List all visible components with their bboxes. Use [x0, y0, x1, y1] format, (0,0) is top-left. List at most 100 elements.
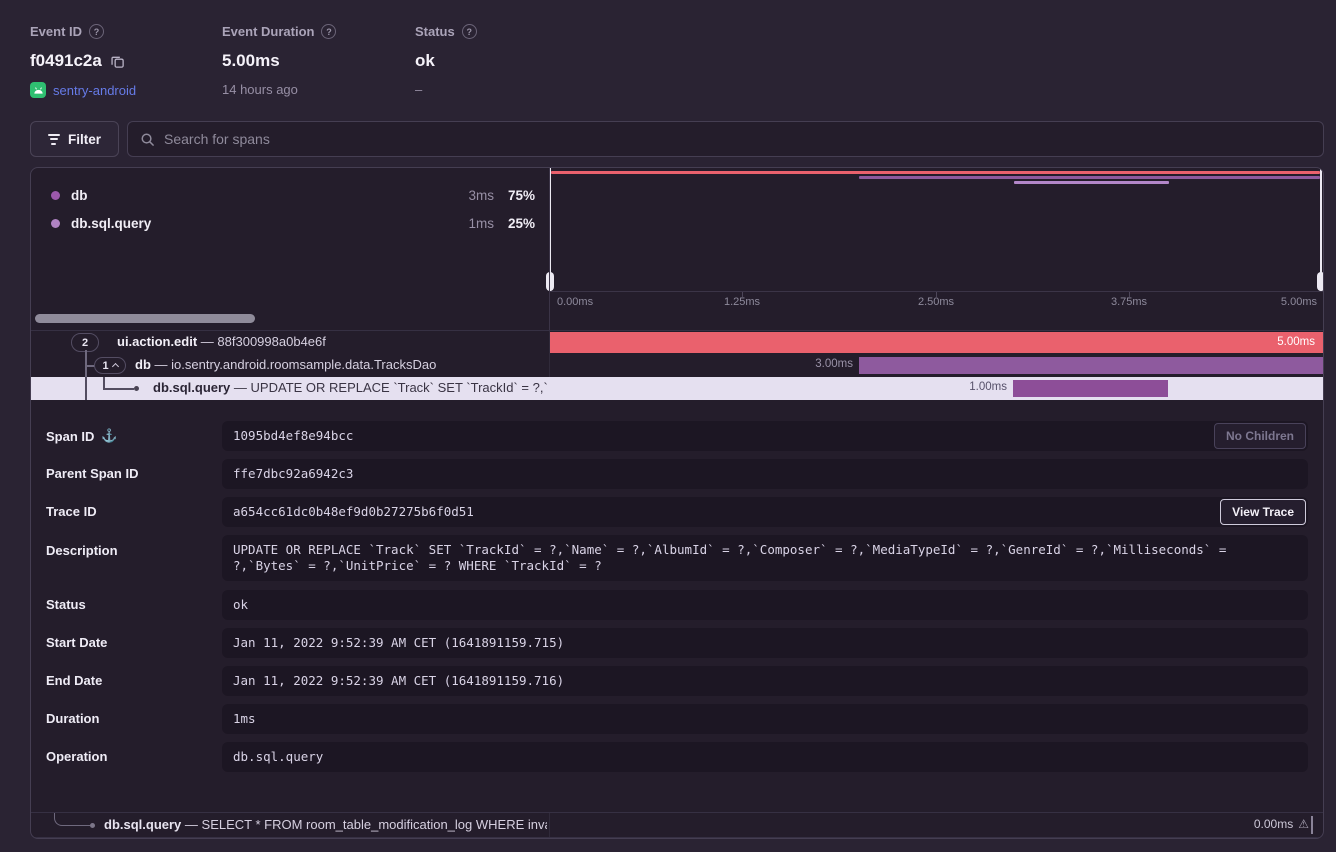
- anchor-icon[interactable]: ⚓: [101, 428, 117, 444]
- panel-divider: [549, 311, 550, 330]
- minimap-axis: 0.00ms 1.25ms 2.50ms 3.75ms 5.00ms: [549, 291, 1323, 311]
- axis-tick-label: 2.50ms: [918, 296, 954, 308]
- no-children-button[interactable]: No Children: [1214, 423, 1306, 449]
- event-id-value: f0491c2a: [30, 51, 102, 71]
- legend-duration: 1ms: [440, 216, 494, 231]
- axis-tick-label: 1.25ms: [724, 296, 760, 308]
- panel-divider: [549, 813, 550, 837]
- axis-tick-label: 0.00ms: [557, 296, 593, 308]
- span-row-db[interactable]: 1 db — io.sentry.android.roomsample.data…: [31, 354, 1323, 377]
- status-detail-label: Status: [46, 597, 86, 612]
- event-id-section: Event ID ? f0491c2a sentry-android: [30, 24, 136, 98]
- help-icon[interactable]: ?: [89, 24, 104, 39]
- tree-elbow-connector: [54, 813, 90, 826]
- panel-divider: [549, 168, 550, 311]
- span-leaf-dot: [90, 823, 95, 828]
- collapse-badge[interactable]: 1: [94, 357, 126, 374]
- end-date-value: Jan 11, 2022 9:52:39 AM CET (1641891159.…: [222, 666, 1308, 696]
- span-op: db.sql.query: [153, 380, 230, 395]
- status-sub: –: [415, 82, 477, 97]
- filter-button-label: Filter: [68, 132, 101, 147]
- description-label: Description: [46, 543, 118, 558]
- span-bar-duration: 1.00ms: [897, 381, 1007, 393]
- help-icon[interactable]: ?: [462, 24, 477, 39]
- trace-id-value: a654cc61dc0b48ef9d0b27275b6f0d51: [222, 497, 1308, 527]
- legend-op: db: [71, 188, 88, 203]
- copy-icon[interactable]: [110, 54, 125, 69]
- span-id-value: 1095bd4ef8e94bcc: [222, 421, 1308, 451]
- zero-duration-span-tick: [1311, 816, 1313, 834]
- description-value: UPDATE OR REPLACE `Track` SET `TrackId` …: [222, 535, 1308, 581]
- span-desc: 88f300998a0b4e6f: [217, 334, 325, 349]
- filter-button[interactable]: Filter: [30, 121, 119, 157]
- span-row-db-sql-query-select[interactable]: db.sql.query — SELECT * FROM room_table_…: [31, 812, 1323, 838]
- parent-span-id-label: Parent Span ID: [46, 466, 138, 481]
- project-link[interactable]: sentry-android: [53, 83, 136, 98]
- help-icon[interactable]: ?: [321, 24, 336, 39]
- chevron-up-icon: [112, 363, 119, 370]
- span-bar-cell: 5.00ms: [549, 331, 1323, 354]
- span-bar-db-sql-query[interactable]: [1013, 380, 1168, 397]
- minimap-right-grip[interactable]: [1317, 272, 1324, 291]
- event-duration-label: Event Duration: [222, 24, 314, 39]
- event-id-label: Event ID: [30, 24, 82, 39]
- status-value: ok: [415, 51, 435, 71]
- end-date-label: End Date: [46, 673, 102, 688]
- duration-label: Duration: [46, 711, 99, 726]
- event-duration-section: Event Duration ? 5.00ms 14 hours ago: [222, 24, 336, 97]
- axis-tick-label: 3.75ms: [1111, 296, 1147, 308]
- span-desc: io.sentry.android.roomsample.data.Tracks…: [171, 357, 436, 372]
- legend-item-db-sql-query[interactable]: db.sql.query 1ms 25%: [31, 212, 549, 236]
- start-date-value: Jan 11, 2022 9:52:39 AM CET (1641891159.…: [222, 628, 1308, 658]
- span-row-db-sql-query-selected[interactable]: db.sql.query — UPDATE OR REPLACE `Track`…: [31, 377, 1323, 400]
- span-bar-cell: 1.00ms: [549, 377, 1323, 400]
- span-op: ui.action.edit: [117, 334, 197, 349]
- legend-dot-db: [51, 191, 60, 200]
- span-op: db.sql.query: [104, 817, 181, 832]
- trace-id-label: Trace ID: [46, 504, 97, 519]
- span-bar-duration: 3.00ms: [743, 358, 853, 370]
- event-duration-ago: 14 hours ago: [222, 82, 336, 97]
- android-project-icon: [30, 82, 46, 98]
- legend-duration: 3ms: [440, 188, 494, 203]
- parent-span-id-value: ffe7dbc92a6942c3: [222, 459, 1308, 489]
- minimap-left-grip[interactable]: [546, 272, 554, 291]
- span-desc: SELECT * FROM room_table_modification_lo…: [202, 817, 547, 832]
- span-bar-duration: 0.00ms: [1254, 817, 1293, 831]
- span-bar-cell: 3.00ms: [549, 354, 1323, 377]
- trace-minimap[interactable]: 0.00ms 1.25ms 2.50ms 3.75ms 5.00ms: [549, 168, 1323, 311]
- legend-percent: 75%: [500, 188, 535, 203]
- operation-label: Operation: [46, 749, 107, 764]
- event-id-label-row: Event ID ?: [30, 24, 136, 39]
- span-bar-ui-action-edit[interactable]: 5.00ms: [550, 332, 1323, 353]
- minimap-span-ui-action-edit: [551, 171, 1320, 174]
- span-desc: UPDATE OR REPLACE `Track` SET `TrackId` …: [251, 380, 548, 395]
- spans-panel: db 3ms 75% db.sql.query 1ms 25% 0.00ms 1…: [30, 167, 1324, 839]
- legend-item-db[interactable]: db 3ms 75%: [31, 184, 549, 208]
- legend-percent: 25%: [500, 216, 535, 231]
- search-icon: [140, 132, 155, 147]
- status-label: Status: [415, 24, 455, 39]
- span-op: db: [135, 357, 151, 372]
- filter-icon: [48, 134, 60, 145]
- duration-value: 1ms: [222, 704, 1308, 734]
- horizontal-scrollbar-thumb[interactable]: [35, 314, 255, 323]
- search-input[interactable]: [164, 131, 1311, 147]
- span-search: [127, 121, 1324, 157]
- status-detail-value: ok: [222, 590, 1308, 620]
- span-leaf-dot: [134, 386, 139, 391]
- view-trace-button[interactable]: View Trace: [1220, 499, 1306, 525]
- minimap-span-db-sql-query: [1014, 181, 1169, 184]
- legend-op: db.sql.query: [71, 216, 151, 231]
- span-row-ui-action-edit[interactable]: 2 ui.action.edit — 88f300998a0b4e6f 5.00…: [31, 331, 1323, 354]
- span-id-label: Span ID: [46, 429, 94, 444]
- span-bar-db[interactable]: [859, 357, 1323, 374]
- event-duration-value: 5.00ms: [222, 51, 280, 71]
- minimap-span-db: [859, 176, 1320, 179]
- axis-tick-label: 5.00ms: [1281, 296, 1317, 308]
- operation-value: db.sql.query: [222, 742, 1308, 772]
- span-bar-duration: 5.00ms: [1277, 336, 1315, 348]
- warning-icon: ⚠: [1298, 817, 1309, 831]
- status-section: Status ? ok –: [415, 24, 477, 97]
- start-date-label: Start Date: [46, 635, 107, 650]
